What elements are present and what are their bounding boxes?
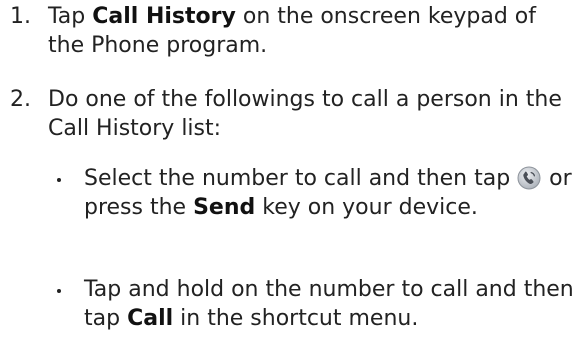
call-history-label: Call History: [92, 4, 236, 29]
bullet-2-text-part: in the shortcut menu.: [173, 306, 419, 331]
step-1-text: Tap Call History on the onscreen keypad …: [48, 2, 568, 60]
bullet-1-text-part: Select the number to call and then tap: [84, 166, 518, 191]
bullet-1-text-part: key on your device.: [255, 195, 478, 220]
instruction-page: 1. Tap Call History on the onscreen keyp…: [0, 0, 579, 353]
step-1-text-part: Tap: [48, 4, 93, 29]
call-menu-label: Call: [127, 306, 174, 331]
bullet-1-text: Select the number to call and then tap o…: [84, 164, 576, 222]
bullet-dot: [57, 178, 61, 182]
step-2-number: 2.: [10, 87, 31, 112]
bullet-dot: [57, 289, 61, 293]
step-1-number: 1.: [10, 4, 31, 29]
phone-call-icon: [517, 166, 541, 190]
step-2-text: Do one of the followings to call a perso…: [48, 87, 562, 141]
send-key-label: Send: [193, 195, 256, 220]
bullet-2-text: Tap and hold on the number to call and t…: [84, 275, 576, 333]
